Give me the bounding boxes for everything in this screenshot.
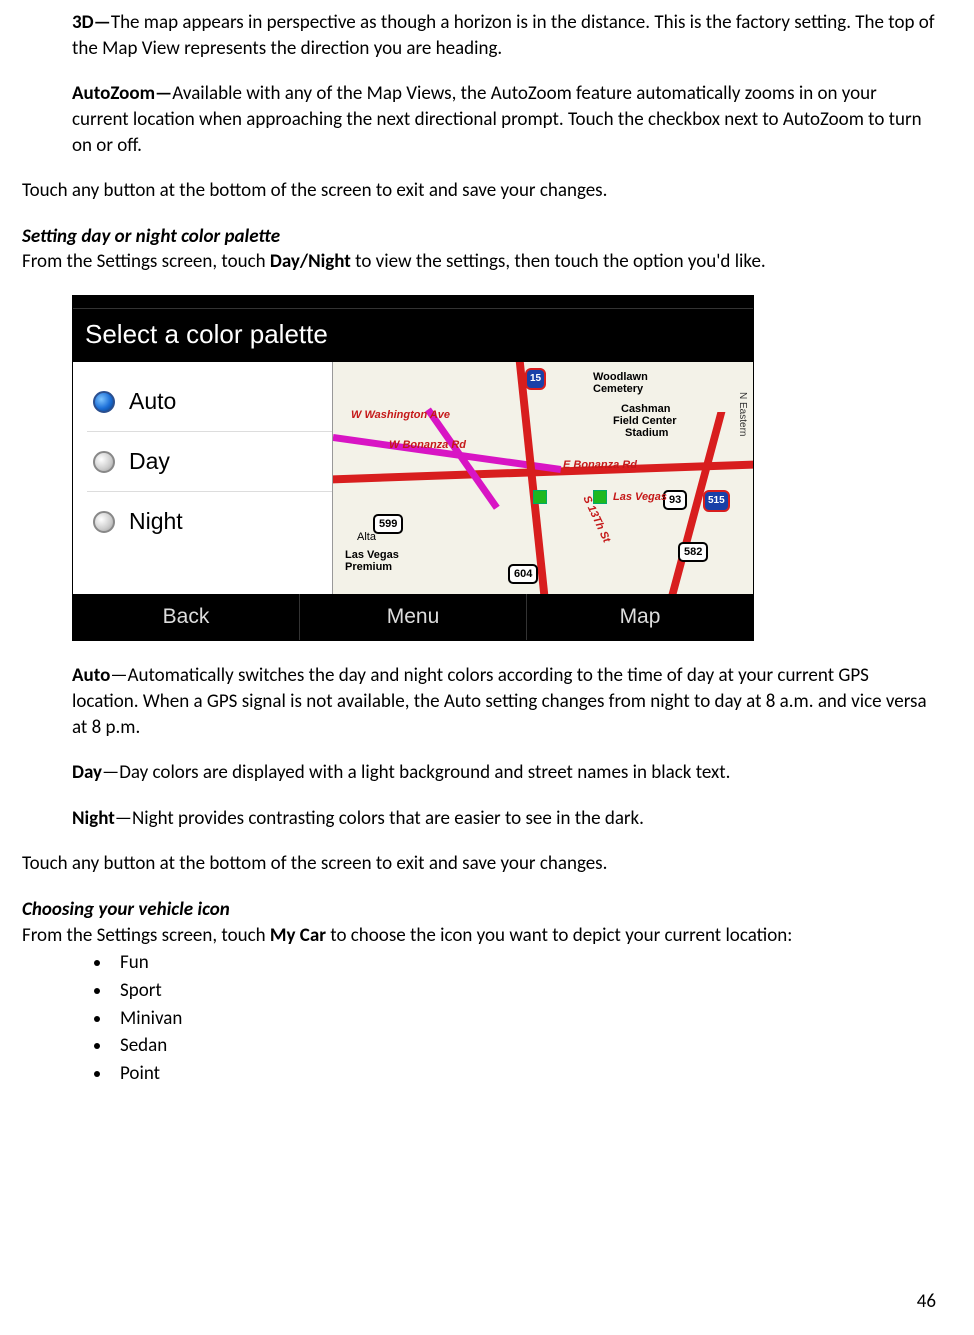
list-item: Sedan	[112, 1033, 936, 1059]
palette-intro-a: From the Settings screen, touch	[22, 250, 270, 273]
text-night: —Night provides contrasting colors that …	[115, 807, 644, 830]
road	[516, 362, 548, 594]
para-exit-1: Touch any button at the bottom of the sc…	[22, 178, 936, 204]
map-label: W Bonanza Rd	[389, 438, 466, 453]
palette-option-label: Auto	[129, 386, 176, 417]
vehicle-intro-b: to choose the icon you want to depict yo…	[326, 924, 792, 947]
shield-interstate: 515	[703, 490, 730, 512]
radio-icon	[93, 511, 115, 533]
screenshot-title: Select a color palette	[73, 309, 753, 362]
para-palette-intro: From the Settings screen, touch Day/Nigh…	[22, 249, 936, 275]
label-auto: Auto	[72, 664, 110, 687]
para-night: Night—Night provides contrasting colors …	[72, 806, 936, 832]
vehicle-intro-bold: My Car	[270, 924, 326, 947]
shield-interstate: 15	[525, 368, 546, 390]
para-autozoom: AutoZoom—Available with any of the Map V…	[72, 81, 936, 158]
para-day: Day—Day colors are displayed with a ligh…	[72, 760, 936, 786]
map-label: Premium	[345, 560, 392, 575]
radio-icon	[93, 391, 115, 413]
para-auto: Auto—Automatically switches the day and …	[72, 663, 936, 740]
label-autozoom: AutoZoom—	[72, 82, 172, 105]
map-button[interactable]: Map	[527, 594, 753, 640]
list-item: Sport	[112, 978, 936, 1004]
radio-icon	[93, 451, 115, 473]
page-number: 46	[917, 1289, 936, 1315]
map-label: Alta	[357, 530, 376, 545]
map-label: Las Vegas	[613, 490, 667, 505]
screenshot-bottom-bar: Back Menu Map	[73, 594, 753, 640]
text-auto: —Automatically switches the day and nigh…	[72, 664, 927, 738]
menu-button[interactable]: Menu	[300, 594, 527, 640]
map-label: N Eastern	[736, 392, 750, 436]
shield-route: 599	[373, 514, 403, 534]
para-3d: 3D—The map appears in perspective as tho…	[72, 10, 936, 61]
map-preview: 15 599 604 582 93 515 Woodlawn Cemetery …	[333, 362, 753, 594]
back-button[interactable]: Back	[73, 594, 300, 640]
para-exit-2: Touch any button at the bottom of the sc…	[22, 851, 936, 877]
poi-marker	[533, 490, 547, 504]
vehicle-options-list: Fun Sport Minivan Sedan Point	[22, 950, 936, 1086]
para-vehicle-intro: From the Settings screen, touch My Car t…	[22, 923, 936, 949]
text-3d: The map appears in perspective as though…	[72, 11, 935, 60]
list-item: Minivan	[112, 1006, 936, 1032]
palette-options: Auto Day Night	[73, 362, 333, 594]
palette-option-label: Night	[129, 506, 183, 537]
map-label: E Bonanza Rd	[563, 458, 637, 473]
screenshot-frame-top	[73, 296, 753, 309]
shield-route: 604	[508, 564, 538, 584]
text-autozoom: Available with any of the Map Views, the…	[72, 82, 922, 156]
palette-option-auto[interactable]: Auto	[87, 372, 332, 432]
vehicle-intro-a: From the Settings screen, touch	[22, 924, 270, 947]
map-label: Stadium	[625, 426, 668, 441]
screenshot-palette: Select a color palette Auto Day Night	[72, 295, 754, 641]
heading-vehicle: Choosing your vehicle icon	[22, 897, 936, 923]
text-day: —Day colors are displayed with a light b…	[102, 761, 730, 784]
shield-route: 582	[678, 542, 708, 562]
label-day: Day	[72, 761, 102, 784]
palette-option-night[interactable]: Night	[87, 492, 332, 551]
map-label: S 13Th St	[579, 494, 614, 546]
palette-option-day[interactable]: Day	[87, 432, 332, 492]
map-label: W Washington Ave	[351, 408, 450, 423]
palette-intro-b: to view the settings, then touch the opt…	[351, 250, 766, 273]
map-label: Cemetery	[593, 382, 643, 397]
label-night: Night	[72, 807, 115, 830]
list-item: Point	[112, 1061, 936, 1087]
palette-intro-bold: Day/Night	[270, 250, 351, 273]
heading-palette: Setting day or night color palette	[22, 224, 936, 250]
label-3d: 3D—	[72, 11, 111, 34]
palette-option-label: Day	[129, 446, 170, 477]
list-item: Fun	[112, 950, 936, 976]
